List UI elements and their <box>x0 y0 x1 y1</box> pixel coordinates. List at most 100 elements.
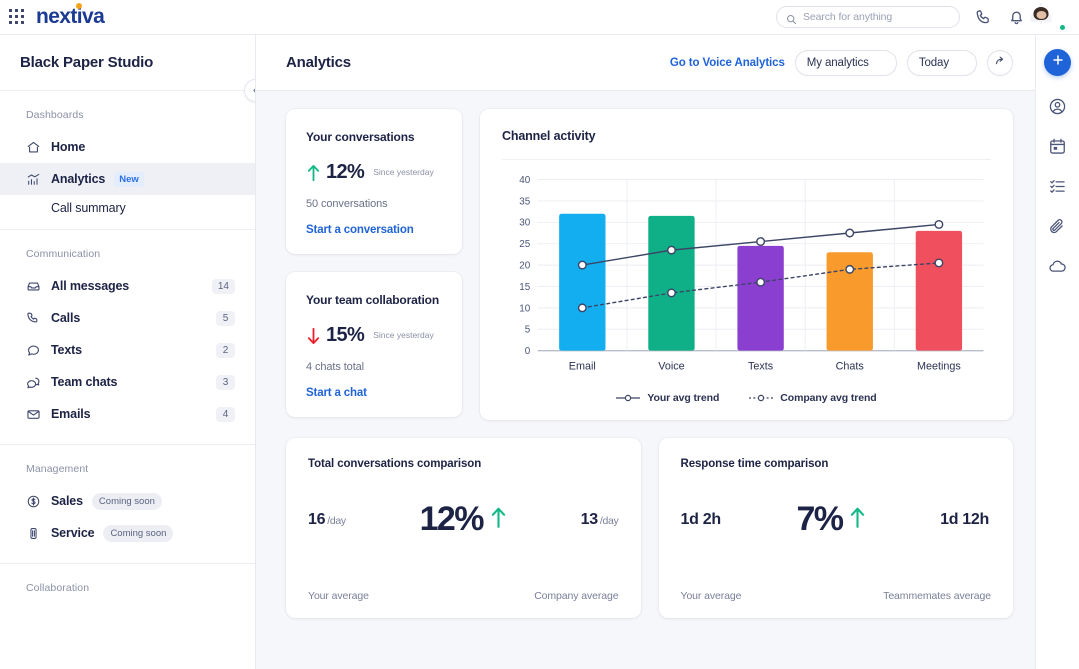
x-axis-tick-label: Meetings <box>917 360 961 372</box>
chart-bar <box>915 230 963 351</box>
sidebar-subitem-call-summary[interactable]: Call summary <box>0 195 255 215</box>
badge-count: 5 <box>216 310 235 326</box>
chat-bubble-icon <box>26 343 41 358</box>
sidebar-item-texts[interactable]: Texts 2 <box>0 334 255 366</box>
y-axis-tick-label: 5 <box>525 325 531 336</box>
chart-data-point <box>756 237 766 247</box>
y-axis-tick-label: 0 <box>525 346 531 357</box>
chart-bar <box>559 213 606 351</box>
legend-dotted-line-icon <box>749 395 774 402</box>
presence-online-indicator <box>1059 23 1066 31</box>
delta-percent: 7% <box>796 500 844 539</box>
apps-grid-icon[interactable] <box>9 9 25 25</box>
chats-icon <box>26 375 41 390</box>
nextiva-logo[interactable]: nextiva <box>36 3 105 29</box>
left-value-number: 1d 2h <box>680 510 722 528</box>
create-new-button[interactable] <box>1044 49 1071 76</box>
x-axis-tick-label: Email <box>569 360 596 372</box>
arrow-down-icon <box>306 326 321 346</box>
bell-icon[interactable] <box>1007 8 1026 27</box>
center-delta: 7% <box>796 500 866 539</box>
calendar-icon[interactable] <box>1048 137 1067 156</box>
paperclip-icon[interactable] <box>1048 217 1067 236</box>
right-value-number: 1d 12h <box>940 510 989 528</box>
kpi-subtext: 4 chats total <box>306 361 365 374</box>
kpi-title: Your conversations <box>306 130 415 144</box>
start-a-chat-link[interactable]: Start a chat <box>306 387 442 399</box>
legend-label: Company avg trend <box>780 392 877 405</box>
left-value: 16/day <box>308 511 346 529</box>
chevron-left-icon <box>250 85 255 96</box>
sidebar-item-service[interactable]: Service Coming soon <box>0 517 255 549</box>
start-a-conversation-link[interactable]: Start a conversation <box>306 224 442 236</box>
sidebar-item-sales[interactable]: Sales Coming soon <box>0 485 255 517</box>
chart-data-point <box>577 303 587 313</box>
sidebar-item-calls[interactable]: Calls 5 <box>0 302 255 334</box>
kpi-since-label: Since yesterday <box>373 329 434 340</box>
contact-person-icon[interactable] <box>1048 97 1067 116</box>
kpi-percent: 12% <box>326 161 365 184</box>
plus-icon <box>1051 53 1065 72</box>
sidebar-item-label: All messages <box>51 279 130 293</box>
sidebar-item-label: Team chats <box>51 375 118 389</box>
badge-count: 2 <box>216 342 235 358</box>
chart-legend: Your avg trend Company avg trend <box>502 388 991 404</box>
kpi-metric-row: 15% Since yesterday <box>306 324 442 347</box>
comparison-labels-row: Your average Company average <box>308 590 619 602</box>
sidebar-item-home[interactable]: Home <box>0 131 255 163</box>
main-panel: Analytics Go to Voice Analytics My analy… <box>256 35 1035 669</box>
legend-item-your-avg-trend: Your avg trend <box>616 392 719 404</box>
chart-data-point <box>845 264 855 274</box>
phone-icon[interactable] <box>974 8 993 27</box>
logo-dot-icon <box>76 3 82 9</box>
cloud-icon[interactable] <box>1048 257 1067 276</box>
legend-label: Your avg trend <box>647 392 720 405</box>
avatar-image <box>1030 3 1052 23</box>
sidebar-item-analytics[interactable]: Analytics New <box>0 163 255 195</box>
kpi-since-label: Since yesterday <box>373 166 434 177</box>
left-value-unit: /day <box>327 514 346 527</box>
sidebar-group-label: Communication <box>26 248 101 260</box>
scope-filter-dropdown[interactable]: My analytics <box>794 49 897 76</box>
bottom-row: Total conversations comparison 16/day 12… <box>286 438 1013 619</box>
body-row: Black Paper Studio Dashboards Home Analy… <box>0 35 1079 669</box>
legend-item-company-avg-trend: Company avg trend <box>749 392 877 405</box>
right-value-number: 13 <box>580 510 599 528</box>
sidebar: Black Paper Studio Dashboards Home Analy… <box>0 35 256 669</box>
share-button[interactable] <box>987 49 1013 76</box>
user-avatar[interactable] <box>1030 3 1066 31</box>
scope-filter-label: My analytics <box>806 56 869 69</box>
search-input[interactable]: Search for anything <box>776 6 960 28</box>
date-filter-label: Today <box>918 56 949 69</box>
kpi-title: Your team collaboration <box>306 293 440 308</box>
delta-percent: 12% <box>419 500 485 539</box>
total-conversations-comparison-card: Total conversations comparison 16/day 12… <box>286 438 641 619</box>
comparison-values-row: 16/day 12% 13/day <box>308 500 619 539</box>
search-icon <box>786 12 797 24</box>
sidebar-group-communication: Communication All messages 14 Calls 5 Te… <box>0 230 255 445</box>
task-list-icon[interactable] <box>1048 177 1067 196</box>
x-axis-tick-label: Voice <box>658 360 684 372</box>
y-axis-tick-label: 20 <box>519 260 530 271</box>
workspace-title: Black Paper Studio <box>20 54 154 71</box>
app-root: nextiva Search for anything Black Paper … <box>0 0 1079 669</box>
sidebar-item-label: Analytics <box>51 172 106 186</box>
analytics-chart-icon <box>26 172 41 187</box>
sidebar-nav: Dashboards Home Analytics New Call summa… <box>0 91 255 669</box>
kpi-subtext: 50 conversations <box>306 198 388 211</box>
sidebar-item-emails[interactable]: Emails 4 <box>0 398 255 430</box>
badge-count: 14 <box>211 278 235 294</box>
card-title: Total conversations comparison <box>308 458 482 471</box>
left-value: 1d 2h <box>681 511 723 529</box>
sidebar-item-team-chats[interactable]: Team chats 3 <box>0 366 255 398</box>
right-label: Company average <box>534 590 619 603</box>
chart-title: Channel activity <box>502 129 991 160</box>
badge-count: 4 <box>216 406 235 422</box>
sidebar-item-all-messages[interactable]: All messages 14 <box>0 270 255 302</box>
badge-count: 3 <box>216 374 235 390</box>
main-header: Analytics Go to Voice Analytics My analy… <box>256 35 1035 91</box>
date-filter-dropdown[interactable]: Today <box>906 49 977 76</box>
card-title: Response time comparison <box>680 458 829 471</box>
dollar-circle-icon <box>26 494 41 509</box>
go-to-voice-analytics-link[interactable]: Go to Voice Analytics <box>670 57 785 69</box>
